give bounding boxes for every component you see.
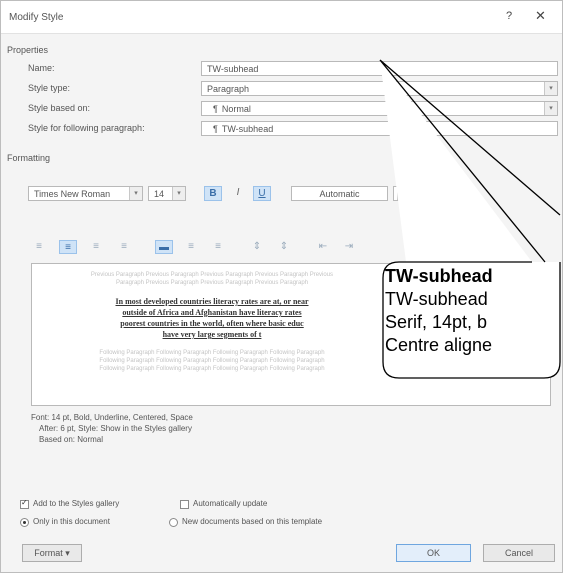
callout-title: TW-subhead <box>385 266 493 286</box>
callout-line: Centre aligne <box>385 335 493 355</box>
callout-line: TW-subhead <box>385 289 488 309</box>
callout-text: TW-subhead TW-subhead Serif, 14pt, b Cen… <box>385 265 561 357</box>
callout-line: Serif, 14pt, b <box>385 312 488 332</box>
